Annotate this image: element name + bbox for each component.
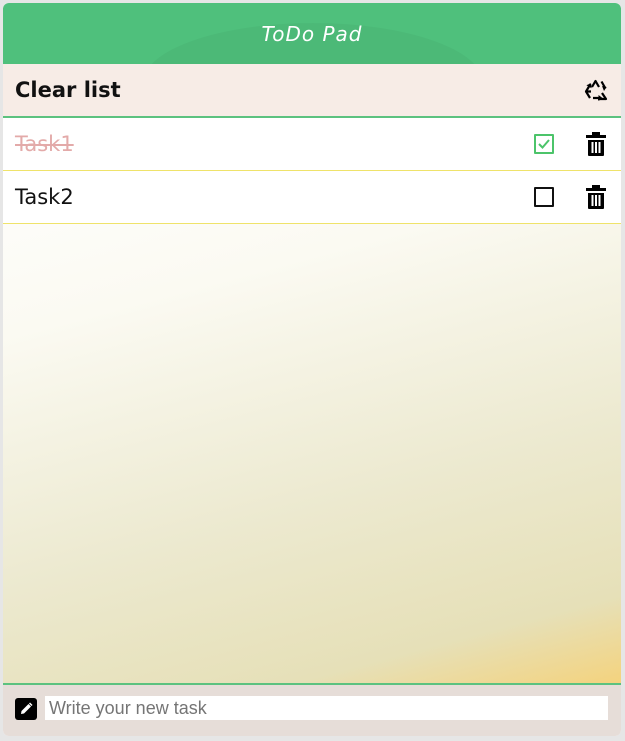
app-header: ToDo Pad [3,3,621,64]
pencil-icon [15,698,37,720]
clear-list-bar: Clear list [3,64,621,118]
trash-icon[interactable] [585,131,607,157]
new-task-bar [3,683,621,736]
app-title: ToDo Pad [261,21,363,46]
clear-list-label[interactable]: Clear list [15,78,121,102]
task-label: Task1 [15,132,74,156]
task-row: Task2 [3,171,621,224]
task-checkbox-checked[interactable] [534,134,554,154]
trash-icon[interactable] [585,184,607,210]
task-checkbox[interactable] [534,187,554,207]
recycle-icon[interactable] [583,77,609,103]
task-row: Task1 [3,118,621,171]
todo-app: ToDo Pad Clear list Task1 Task2 Write yo… [3,3,621,736]
task-label: Task2 [15,185,74,209]
new-task-input[interactable] [45,696,608,720]
task-list: Task1 Task2 [3,118,621,683]
